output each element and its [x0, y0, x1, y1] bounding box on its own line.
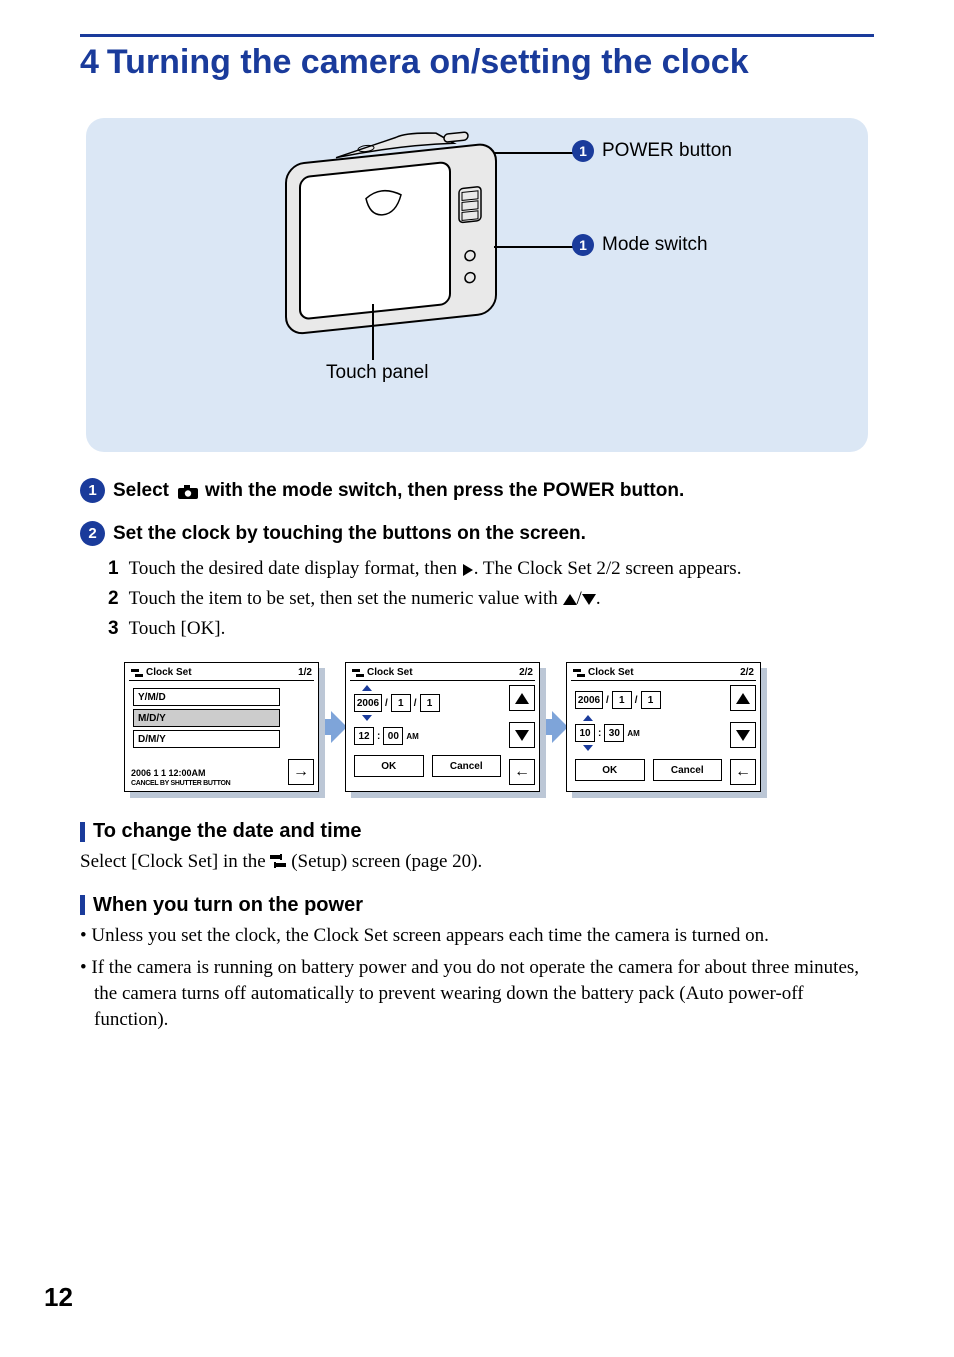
title-text: Turning the camera on/setting the clock	[107, 43, 749, 81]
substep-2: 2Touch the item to be set, then set the …	[108, 584, 874, 614]
clock-set-screenshots: Clock Set 1/2 Y/M/D M/D/Y D/M/Y → 2006 1…	[124, 662, 874, 792]
year-field[interactable]: 2006	[354, 694, 382, 712]
step-number: 4	[80, 43, 99, 81]
ampm-label: AM	[627, 729, 639, 738]
mode-switch-label: Mode switch	[602, 234, 708, 256]
month-field[interactable]: 1	[612, 691, 632, 709]
up-button[interactable]	[509, 685, 535, 711]
cancel-button[interactable]: Cancel	[432, 755, 502, 777]
step2-title: Set the clock by touching the buttons on…	[113, 523, 586, 545]
setup-icon	[270, 850, 286, 876]
callout-bullet-1b: 1	[572, 234, 594, 256]
flow-arrow-icon	[538, 707, 568, 747]
step-1: 1 Select with the mode switch, then pres…	[80, 478, 874, 503]
ok-button[interactable]: OK	[575, 759, 645, 781]
triangle-down-icon	[582, 594, 596, 605]
step-bullet-2: 2	[80, 521, 105, 546]
back-button[interactable]: ←	[509, 759, 535, 785]
cancel-hint: CANCEL BY SHUTTER BUTTON	[131, 780, 284, 787]
callout-bullet-1: 1	[572, 140, 594, 162]
step1-suffix: with the mode switch, then press the POW…	[205, 480, 684, 502]
value-down-icon	[583, 745, 593, 751]
minute-field[interactable]: 30	[604, 724, 624, 742]
setup-icon	[352, 668, 364, 678]
step2-substeps: 1Touch the desired date display format, …	[108, 554, 874, 644]
setup-icon	[131, 668, 143, 678]
day-field[interactable]: 1	[420, 694, 440, 712]
ampm-label: AM	[406, 732, 418, 741]
substep-3: 3Touch [OK].	[108, 614, 874, 644]
down-button[interactable]	[509, 722, 535, 748]
cancel-button[interactable]: Cancel	[653, 759, 723, 781]
step1-prefix: Select	[113, 480, 169, 502]
month-field[interactable]: 1	[391, 694, 411, 712]
step-bullet-1: 1	[80, 478, 105, 503]
value-up-icon	[362, 685, 372, 691]
touch-panel-label: Touch panel	[326, 362, 428, 384]
hour-field[interactable]: 12	[354, 727, 374, 745]
power-button-label: POWER button	[602, 140, 732, 162]
ok-button[interactable]: OK	[354, 755, 424, 777]
year-field[interactable]: 2006	[575, 691, 603, 709]
clock-set-screen-1: Clock Set 1/2 Y/M/D M/D/Y D/M/Y → 2006 1…	[124, 662, 319, 792]
arrow-right-icon	[463, 564, 473, 576]
subheading-change-date: To change the date and time	[80, 820, 874, 843]
camera-mode-icon	[177, 484, 197, 498]
value-up-icon	[583, 715, 593, 721]
note-2: If the camera is running on battery powe…	[80, 955, 874, 1033]
camera-diagram-panel: 1 POWER button 1 Mode switch Touch panel	[86, 118, 868, 452]
clock-set-screen-3: Clock Set 2/2 2006/ 1/ 1 10: 30 AM OK	[566, 662, 761, 792]
format-mdy[interactable]: M/D/Y	[133, 709, 280, 727]
minute-field[interactable]: 00	[383, 727, 403, 745]
subheading-power-on: When you turn on the power	[80, 894, 874, 917]
page-number: 12	[44, 1282, 73, 1313]
value-down-icon	[362, 715, 372, 721]
change-date-text: Select [Clock Set] in the (Setup) screen…	[80, 849, 874, 876]
flow-arrow-icon	[317, 707, 347, 747]
page-title: 4Turning the camera on/setting the clock	[80, 43, 874, 82]
back-button[interactable]: ←	[730, 759, 756, 785]
substep-1: 1Touch the desired date display format, …	[108, 554, 874, 584]
format-dmy[interactable]: D/M/Y	[133, 730, 280, 748]
setup-icon	[573, 668, 585, 678]
next-button[interactable]: →	[288, 759, 314, 785]
note-1: Unless you set the clock, the Clock Set …	[80, 923, 874, 949]
step-2: 2 Set the clock by touching the buttons …	[80, 521, 874, 546]
hour-field[interactable]: 10	[575, 724, 595, 742]
clock-set-screen-2: Clock Set 2/2 2006/ 1/ 1 12: 00 AM OK	[345, 662, 540, 792]
triangle-up-icon	[563, 594, 577, 605]
up-button[interactable]	[730, 685, 756, 711]
down-button[interactable]	[730, 722, 756, 748]
format-ymd[interactable]: Y/M/D	[133, 688, 280, 706]
power-on-notes: Unless you set the clock, the Clock Set …	[80, 923, 874, 1033]
preview-date: 2006 1 1 12:00AM	[131, 768, 284, 778]
camera-illustration	[276, 128, 536, 358]
day-field[interactable]: 1	[641, 691, 661, 709]
